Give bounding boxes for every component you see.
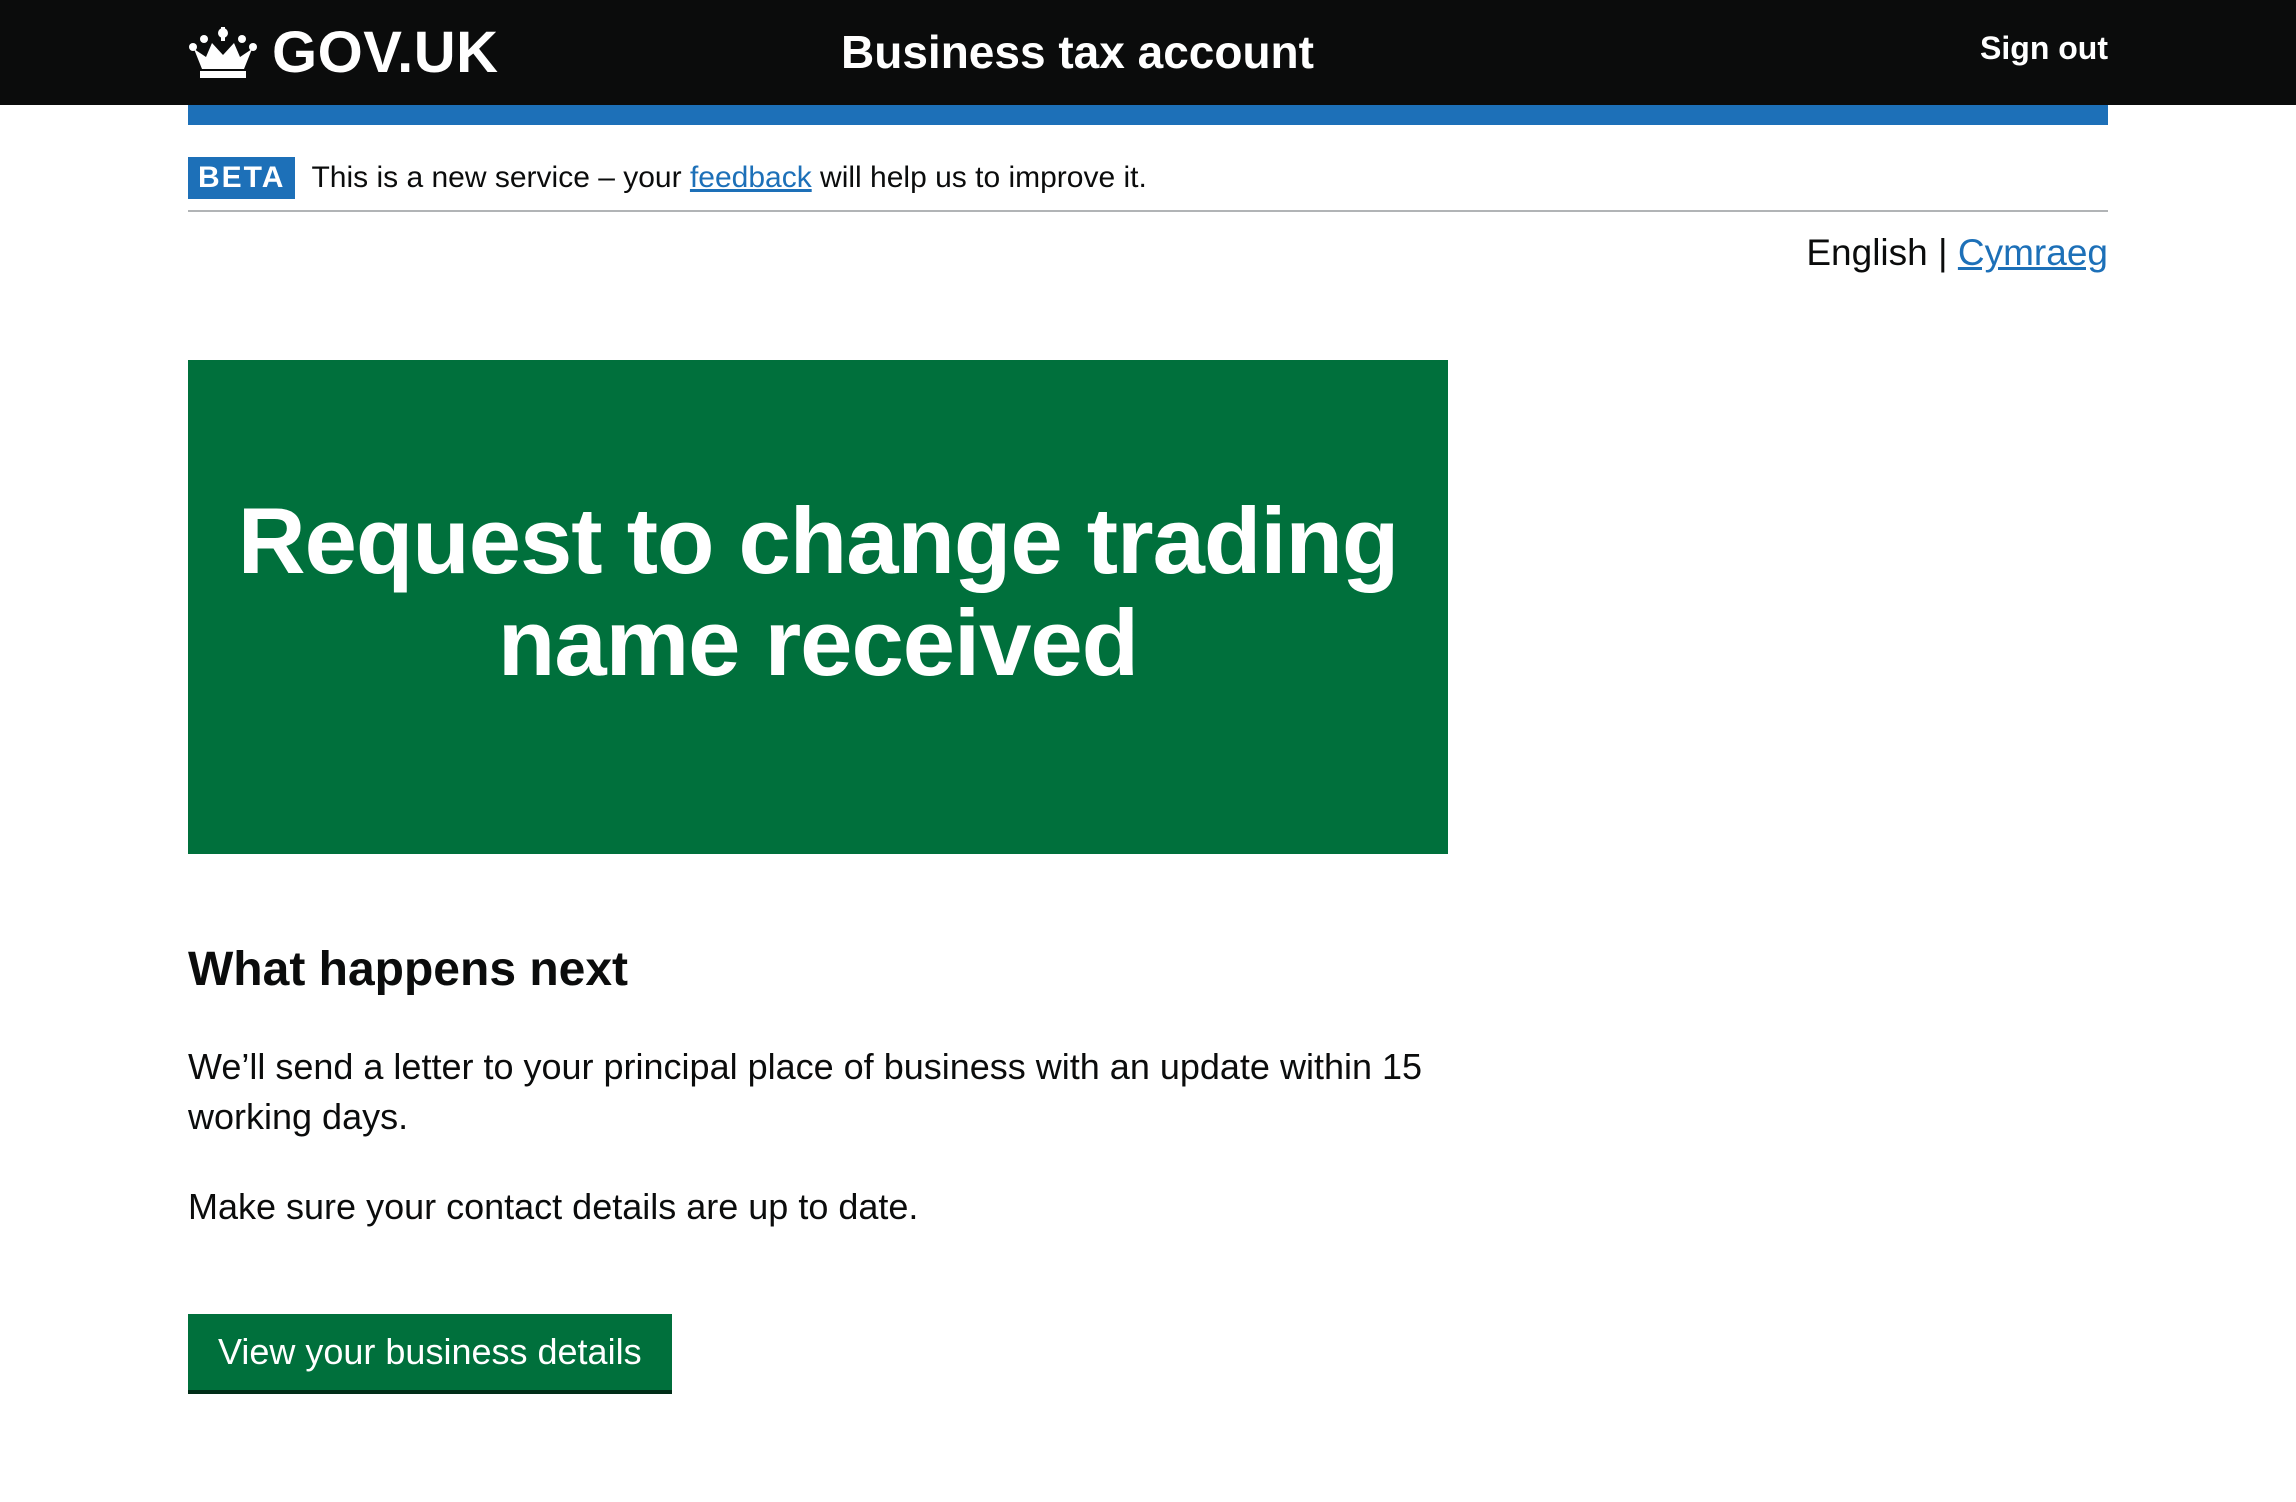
phase-banner-divider xyxy=(188,210,2108,212)
view-business-details-button[interactable]: View your business details xyxy=(188,1314,672,1390)
site-header: GOV.UK Business tax account Sign out xyxy=(0,0,2296,105)
beta-tag: BETA xyxy=(188,157,296,199)
header-blue-bar xyxy=(188,105,2108,125)
govuk-logo-link[interactable]: GOV.UK xyxy=(188,18,498,88)
logo-text: GOV.UK xyxy=(272,20,499,85)
confirmation-panel: Request to change trading name received xyxy=(188,360,1448,854)
service-name-link[interactable]: Business tax account xyxy=(820,24,1335,80)
feedback-link[interactable]: feedback xyxy=(690,161,812,194)
language-separator: | xyxy=(1927,232,1958,273)
what-happens-next-heading: What happens next xyxy=(188,943,629,996)
sign-out-link[interactable]: Sign out xyxy=(1980,28,2108,68)
language-current: English xyxy=(1806,232,1928,273)
contact-details-paragraph: Make sure your contact details are up to… xyxy=(188,1186,919,1227)
next-steps-paragraph: We’ll send a letter to your principal pl… xyxy=(188,1046,1423,1137)
language-toggle: English | Cymraeg xyxy=(1806,228,2108,278)
phase-banner: BETA This is a new service – your feedba… xyxy=(188,146,2108,210)
phase-banner-text: This is a new service – your feedback wi… xyxy=(311,157,1146,199)
panel-title: Request to change trading name received xyxy=(237,488,1400,695)
phase-banner-text-before: This is a new service – your xyxy=(311,161,690,194)
phase-banner-text-after: will help us to improve it. xyxy=(811,161,1147,194)
language-cymraeg-link[interactable]: Cymraeg xyxy=(1958,232,2108,273)
crown-icon xyxy=(189,27,257,78)
